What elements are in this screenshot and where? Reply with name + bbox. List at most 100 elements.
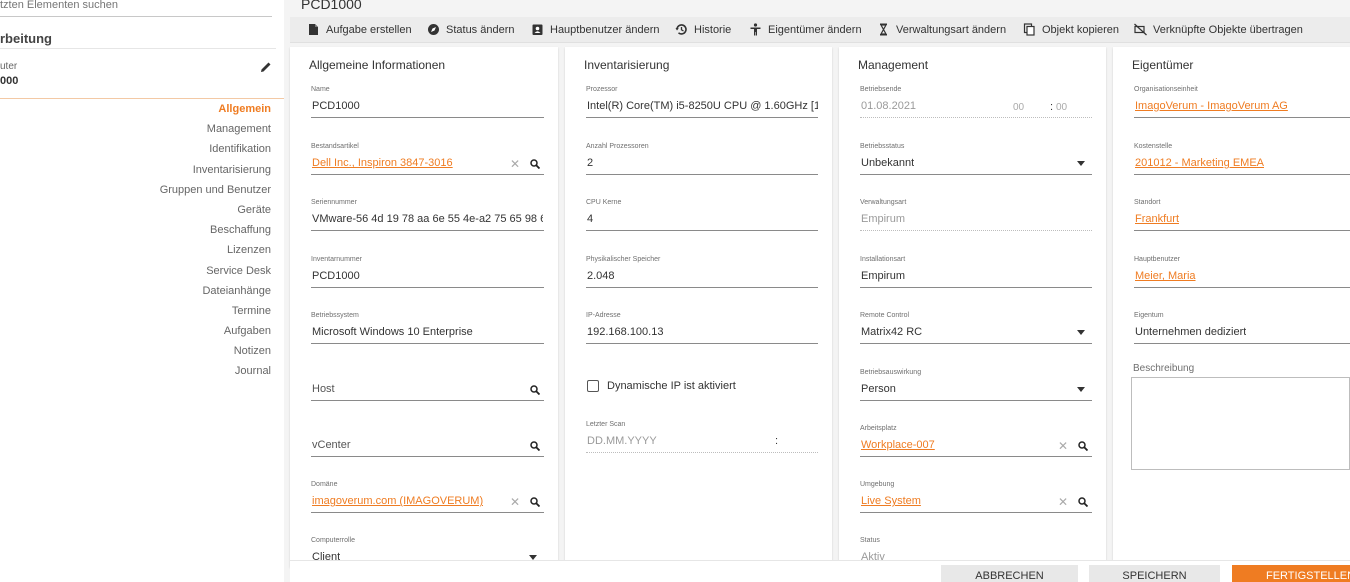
org-unit-field[interactable]: Organisationseinheit ImagoVerum - ImagoV… <box>1134 86 1350 118</box>
save-button[interactable]: SPEICHERN <box>1089 565 1220 582</box>
field-label: Arbeitsplatz <box>860 425 897 432</box>
field-label: Hauptbenutzer <box>1134 256 1180 263</box>
dynamic-ip-checkbox[interactable] <box>587 380 599 392</box>
serial-field[interactable]: Seriennummer VMware-56 4d 19 78 aa 6e 55… <box>311 199 544 231</box>
main-user-field[interactable]: Hauptbenutzer Meier, Maria <box>1134 256 1350 288</box>
field-value-link[interactable]: ImagoVerum - ImagoVerum AG <box>1135 100 1288 112</box>
search-icon[interactable] <box>530 159 540 169</box>
operation-status-select[interactable]: Betriebsstatus Unbekannt <box>860 143 1092 175</box>
finish-button[interactable]: FERTIGSTELLEN <box>1232 565 1350 582</box>
sidebar-nav-item[interactable]: Journal <box>31 364 271 384</box>
sidebar-nav-item[interactable]: Aufgaben <box>31 324 271 344</box>
field-value: VMware-56 4d 19 78 aa 6e 55 4e-a2 75 65 … <box>312 213 543 225</box>
cpu-count-field[interactable]: Anzahl Prozessoren 2 <box>586 143 818 175</box>
search-icon[interactable] <box>530 385 540 395</box>
field-value: Matrix42 RC <box>861 326 923 338</box>
sidebar-nav-item[interactable]: Notizen <box>31 344 271 364</box>
chevron-down-icon[interactable] <box>1077 330 1085 335</box>
contact-card-icon <box>532 24 543 35</box>
location-field[interactable]: Standort Frankfurt <box>1134 199 1350 231</box>
operation-impact-select[interactable]: Betriebsauswirkung Person <box>860 369 1092 401</box>
search-icon[interactable] <box>1078 497 1088 507</box>
sidebar-nav-item[interactable]: Gruppen und Benutzer <box>31 183 271 203</box>
sidebar-nav-item[interactable]: Termine <box>31 304 271 324</box>
host-field[interactable]: Host <box>311 369 544 401</box>
sidebar-nav-item[interactable]: Inventarisierung <box>31 163 271 183</box>
domain-field[interactable]: Domäne imagoverum.com (IMAGOVERUM) ✕ <box>311 481 544 513</box>
field-label: Umgebung <box>860 481 895 488</box>
install-type-field[interactable]: Installationsart Empirum <box>860 256 1092 288</box>
sidebar-nav-item[interactable]: Allgemein <box>31 102 271 122</box>
sidebar-nav-item[interactable]: Beschaffung <box>31 223 271 243</box>
copy-icon <box>1023 23 1035 36</box>
search-icon[interactable] <box>530 497 540 507</box>
search-icon[interactable] <box>530 441 540 451</box>
sidebar-nav-item[interactable]: Lizenzen <box>31 243 271 263</box>
clear-icon[interactable]: ✕ <box>1058 440 1068 452</box>
field-value: Empirum <box>861 213 906 225</box>
hourglass-icon <box>879 23 888 36</box>
field-value-link[interactable]: imagoverum.com (IMAGOVERUM) <box>312 495 483 507</box>
search-icon[interactable] <box>1078 441 1088 451</box>
toolbar: Aufgabe erstellen Status ändern Hauptben… <box>290 17 1350 43</box>
pencil-icon[interactable] <box>259 60 273 74</box>
document-icon <box>309 24 318 35</box>
field-label: Verwaltungsart <box>860 199 907 206</box>
cpu-cores-field[interactable]: CPU Kerne 4 <box>586 199 818 231</box>
field-value-link[interactable]: Workplace-007 <box>861 439 935 451</box>
sidebar-nav-item[interactable]: Service Desk <box>31 264 271 284</box>
user-value: 000 <box>0 75 19 87</box>
environment-field[interactable]: Umgebung Live System ✕ <box>860 481 1092 513</box>
name-field[interactable]: Name PCD1000 <box>311 86 544 118</box>
field-value: Microsoft Windows 10 Enterprise <box>312 326 473 338</box>
field-value: Unternehmen dediziert <box>1135 326 1247 338</box>
field-label: Bestandsartikel <box>311 143 359 150</box>
field-placeholder: Host <box>312 383 335 395</box>
cancel-button[interactable]: ABBRECHEN <box>941 565 1078 582</box>
description-textarea[interactable] <box>1131 377 1350 470</box>
field-value-link[interactable]: Frankfurt <box>1135 213 1179 225</box>
sidebar-nav-item[interactable]: Management <box>31 122 271 142</box>
link-off-icon <box>1134 23 1147 36</box>
field-value-link[interactable]: Meier, Maria <box>1135 270 1196 282</box>
os-field[interactable]: Betriebssystem Microsoft Windows 10 Ente… <box>311 312 544 344</box>
clear-icon[interactable]: ✕ <box>510 496 520 508</box>
cost-center-field[interactable]: Kostenstelle 201012 - Marketing EMEA <box>1134 143 1350 175</box>
end-of-operation-field[interactable]: Betriebsende 01.08.2021 00 : 00 <box>860 86 1092 118</box>
time-separator: : <box>1050 101 1054 113</box>
divider <box>0 98 284 99</box>
chevron-down-icon[interactable] <box>1077 161 1085 166</box>
card-title: Allgemeine Informationen <box>309 58 446 72</box>
inventory-number-field[interactable]: Inventarnummer PCD1000 <box>311 256 544 288</box>
sidebar-nav-item[interactable]: Identifikation <box>31 142 271 162</box>
vcenter-field[interactable]: vCenter <box>311 425 544 457</box>
memory-field[interactable]: Physikalischer Speicher 2.048 <box>586 256 818 288</box>
compass-icon <box>428 24 439 35</box>
general-info-card: Allgemeine Informationen Name PCD1000 Be… <box>290 47 558 567</box>
field-label: Kostenstelle <box>1134 143 1173 150</box>
field-value: Intel(R) Core(TM) i5-8250U CPU @ 1.60GHz… <box>587 100 818 112</box>
field-label: Betriebsstatus <box>860 143 905 150</box>
field-value: 4 <box>587 213 594 225</box>
workplace-field[interactable]: Arbeitsplatz Workplace-007 ✕ <box>860 425 1092 457</box>
field-value-link[interactable]: Live System <box>861 495 921 507</box>
card-title: Management <box>858 58 929 72</box>
clear-icon[interactable]: ✕ <box>510 158 520 170</box>
last-scan-field[interactable]: Letzter Scan DD.MM.YYYY : <box>586 421 818 453</box>
section-title: rbeitung <box>0 31 52 46</box>
field-label: Standort <box>1134 199 1161 206</box>
processor-field[interactable]: Prozessor Intel(R) Core(TM) i5-8250U CPU… <box>586 86 818 118</box>
asset-field[interactable]: Bestandsartikel Dell Inc., Inspiron 3847… <box>311 143 544 175</box>
field-label: Remote Control <box>860 312 910 319</box>
field-value-link[interactable]: Dell Inc., Inspiron 3847-3016 <box>312 157 453 169</box>
remote-control-select[interactable]: Remote Control Matrix42 RC <box>860 312 1092 344</box>
sidebar-nav-item[interactable]: Geräte <box>31 203 271 223</box>
clear-icon[interactable]: ✕ <box>1058 496 1068 508</box>
field-value-link[interactable]: 201012 - Marketing EMEA <box>1135 157 1264 169</box>
chevron-down-icon[interactable] <box>1077 387 1085 392</box>
ip-address-field[interactable]: IP-Adresse 192.168.100.13 <box>586 312 818 344</box>
search-input[interactable]: tzten Elementen suchen <box>0 0 272 17</box>
field-value: 2 <box>587 157 594 169</box>
ownership-field[interactable]: Eigentum Unternehmen dediziert <box>1134 312 1350 344</box>
sidebar-nav-item[interactable]: Dateianhänge <box>31 284 271 304</box>
